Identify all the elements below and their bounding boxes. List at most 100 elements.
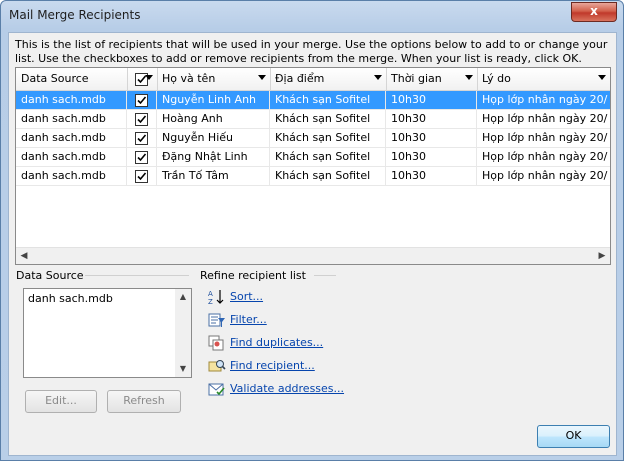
cell-time: 10h30 [391, 169, 426, 182]
cell-name: Đặng Nhật Linh [162, 150, 248, 163]
svg-text:Z: Z [208, 298, 213, 305]
column-separator [126, 129, 127, 147]
checkmark-icon [137, 153, 147, 162]
column-separator [476, 167, 477, 185]
cell-place: Khách sạn Sofitel [275, 150, 371, 163]
filter-icon [208, 313, 225, 327]
cell-time: 10h30 [391, 112, 426, 125]
window-title: Mail Merge Recipients [9, 8, 141, 22]
row-checkbox[interactable] [135, 113, 148, 126]
mail-merge-window: Mail Merge Recipients x This is the list… [0, 0, 624, 461]
svg-text:A: A [208, 290, 213, 298]
row-checkbox[interactable] [135, 132, 148, 145]
col-header-name[interactable]: Họ và tên [157, 68, 271, 90]
cell-place: Khách sạn Sofitel [275, 112, 371, 125]
close-icon: x [590, 4, 598, 18]
intro-text: This is the list of recipients that will… [15, 38, 608, 65]
col-header-time[interactable]: Thời gian [386, 68, 478, 90]
recipients-table: Data Source Họ và tên Địa điểm Thời gian… [15, 67, 611, 265]
chevron-down-icon[interactable] [598, 75, 606, 80]
cell-time: 10h30 [391, 93, 426, 106]
title-bar: Mail Merge Recipients x [1, 1, 623, 31]
row-checkbox[interactable] [135, 151, 148, 164]
cell-reason: Họp lớp nhân ngày 20/... [482, 150, 608, 163]
column-separator [269, 91, 270, 109]
column-separator [385, 129, 386, 147]
cell-name: Nguyễn Hiếu [162, 131, 233, 144]
table-header: Data Source Họ và tên Địa điểm Thời gian… [16, 68, 610, 91]
ok-button[interactable]: OK [537, 425, 610, 448]
cell-place: Khách sạn Sofitel [275, 93, 371, 106]
col-header-check[interactable] [127, 68, 158, 90]
table-row[interactable]: danh sach.mdb Trần Tố Tâm Khách sạn Sofite… [16, 167, 610, 186]
column-separator [385, 167, 386, 185]
cell-data-source: danh sach.mdb [21, 112, 106, 125]
cell-name: Nguyễn Linh Anh [162, 93, 257, 106]
chevron-down-icon [145, 75, 153, 80]
vertical-scrollbar[interactable]: ▲ ▼ [175, 289, 191, 377]
column-separator [156, 110, 157, 128]
cell-data-source: danh sach.mdb [21, 150, 106, 163]
cell-reason: Họp lớp nhân ngày 20/... [482, 112, 608, 125]
find-recipient-icon [208, 360, 226, 372]
cell-name: Hoàng Anh [162, 112, 223, 125]
edit-button[interactable]: Edit... [25, 390, 97, 413]
row-checkbox[interactable] [135, 170, 148, 183]
col-header-reason[interactable]: Lý do [477, 68, 610, 90]
divider [85, 275, 189, 276]
cell-data-source: danh sach.mdb [21, 131, 106, 144]
data-source-list[interactable]: danh sach.mdb ▲ ▼ [23, 288, 192, 378]
validate-addresses-icon [208, 383, 225, 396]
cell-reason: Họp lớp nhân ngày 20/... [482, 93, 608, 106]
col-header-data-source[interactable]: Data Source [16, 68, 128, 90]
column-separator [269, 129, 270, 147]
table-row[interactable]: danh sach.mdb Hoàng Anh Khách sạn Sofitel 1… [16, 110, 610, 129]
scroll-up-icon[interactable]: ▲ [175, 289, 191, 305]
column-separator [385, 110, 386, 128]
column-separator [385, 148, 386, 166]
scroll-down-icon[interactable]: ▼ [175, 361, 191, 377]
column-separator [269, 148, 270, 166]
horizontal-scrollbar[interactable]: ◀ ▶ [16, 247, 610, 264]
checkmark-icon [137, 96, 147, 105]
scroll-left-icon[interactable]: ◀ [16, 248, 32, 264]
column-separator [126, 110, 127, 128]
cell-data-source: danh sach.mdb [21, 169, 106, 182]
column-separator [156, 129, 157, 147]
column-separator [385, 91, 386, 109]
column-separator [126, 148, 127, 166]
table-row[interactable]: danh sach.mdb Đặng Nhật Linh Khách sạn Sof… [16, 148, 610, 167]
list-item[interactable]: danh sach.mdb [28, 292, 113, 305]
column-separator [156, 148, 157, 166]
column-separator [156, 167, 157, 185]
checkmark-icon [137, 115, 147, 124]
checkmark-icon [137, 172, 147, 181]
col-header-place[interactable]: Địa điểm [270, 68, 387, 90]
dialog-client: This is the list of recipients that will… [8, 32, 617, 456]
cell-reason: Họp lớp nhân ngày 20/... [482, 169, 608, 182]
cell-place: Khách sạn Sofitel [275, 131, 371, 144]
table-row[interactable]: danh sach.mdb Nguyễn Linh Anh Khách sạn So… [16, 91, 610, 110]
divider [314, 275, 336, 276]
chevron-down-icon[interactable] [258, 75, 266, 80]
cell-name: Trần Tố Tâm [162, 169, 229, 182]
cell-time: 10h30 [391, 150, 426, 163]
cell-time: 10h30 [391, 131, 426, 144]
table-row[interactable]: danh sach.mdb Nguyễn Hiếu Khách sạn Sofite… [16, 129, 610, 148]
column-separator [156, 91, 157, 109]
refresh-button[interactable]: Refresh [107, 390, 181, 413]
find-duplicates-icon [208, 335, 224, 351]
cell-reason: Họp lớp nhân ngày 20/... [482, 131, 608, 144]
close-button[interactable]: x [571, 2, 617, 22]
scroll-right-icon[interactable]: ▶ [594, 248, 610, 264]
column-separator [269, 167, 270, 185]
cell-data-source: danh sach.mdb [21, 93, 106, 106]
column-separator [476, 129, 477, 147]
column-separator [269, 110, 270, 128]
chevron-down-icon[interactable] [374, 75, 382, 80]
column-separator [476, 110, 477, 128]
checkmark-icon [137, 134, 147, 143]
column-separator [476, 91, 477, 109]
chevron-down-icon[interactable] [465, 75, 473, 80]
row-checkbox[interactable] [135, 94, 148, 107]
